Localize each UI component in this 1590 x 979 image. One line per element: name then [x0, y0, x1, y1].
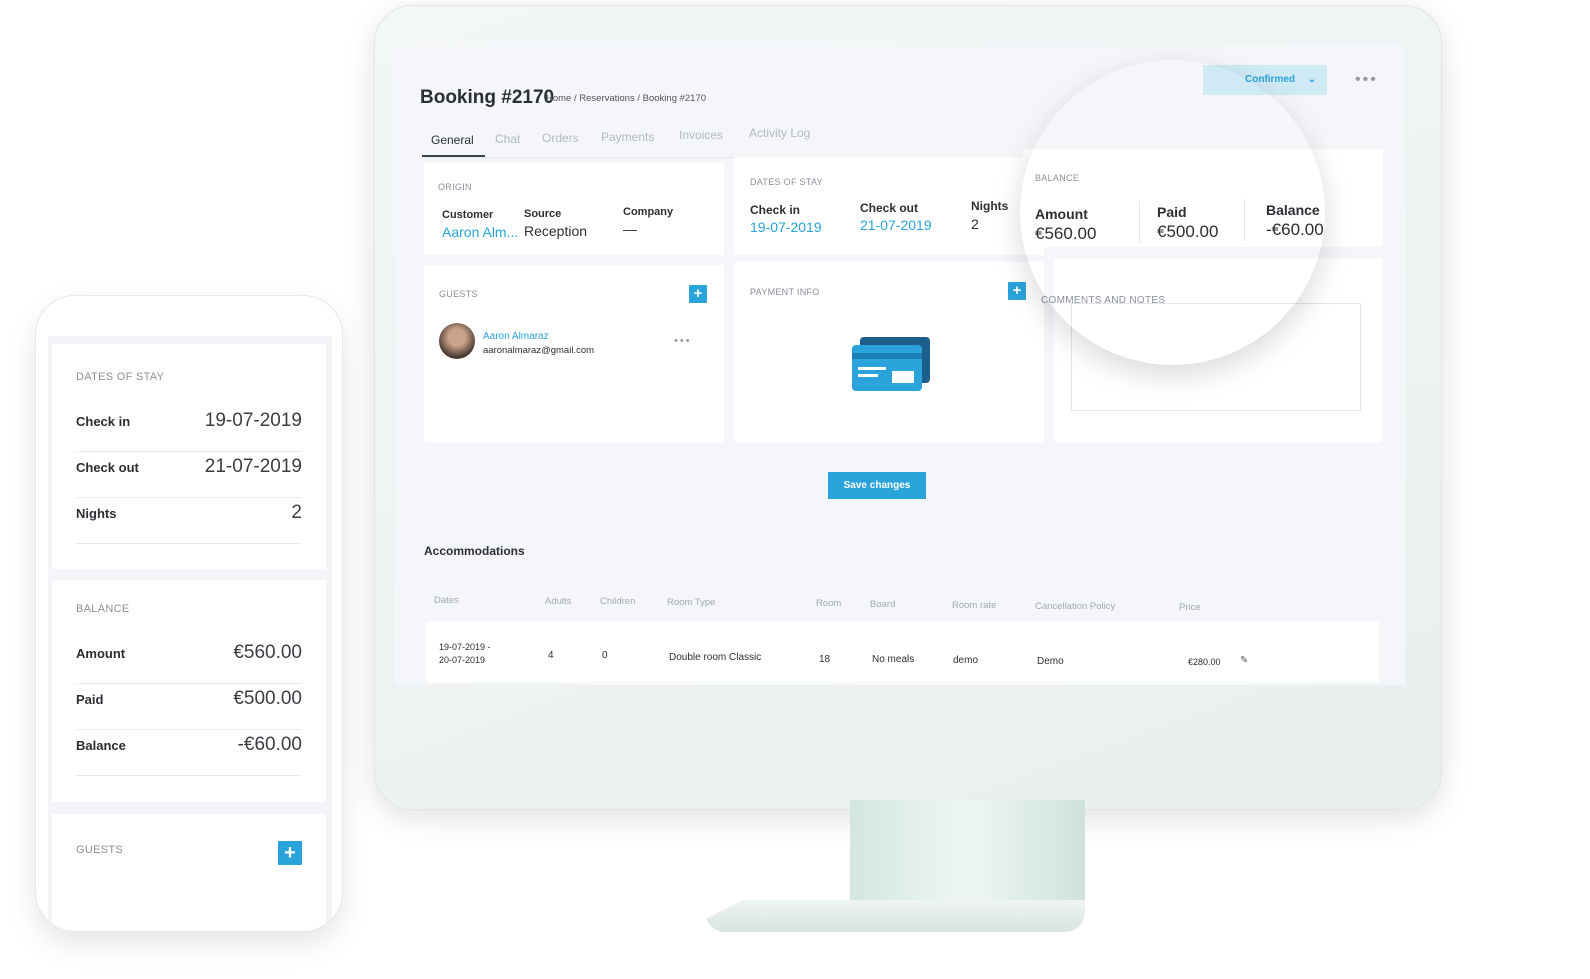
tab-invoices[interactable]: Invoices [679, 128, 723, 142]
payment-info-label: PAYMENT INFO [750, 287, 820, 297]
balance-card: BALANCE Amount €560.00 Paid €500.00 Bala… [1023, 149, 1383, 247]
cell-price: €280.00 [1188, 657, 1221, 667]
customer-label: Customer [442, 209, 494, 221]
dates-card: DATES OF STAY Check in 19-07-2019 Check … [734, 157, 1044, 255]
phone-paid-label: Paid [76, 692, 104, 707]
chevron-down-icon: ⌄ [1307, 74, 1317, 85]
phone-paid-value: €500.00 [233, 688, 302, 709]
phone-amount-label: Amount [76, 646, 126, 661]
phone-frame: DATES OF STAY Check in 19-07-2019 Check o… [35, 295, 343, 932]
phone-checkout-value: 21-07-2019 [204, 456, 302, 477]
tab-activity-log[interactable]: Activity Log [749, 126, 810, 140]
phone-checkin-value: 19-07-2019 [204, 410, 302, 431]
more-options-icon[interactable]: ••• [1355, 71, 1378, 89]
cell-policy: Demo [1037, 656, 1064, 667]
cell-dates: 19-07-2019 -20-07-2019 [439, 642, 491, 665]
source-label: Source [524, 208, 562, 220]
guest-more-icon[interactable]: ••• [674, 335, 692, 347]
phone-balance-total-value: -€60.00 [237, 734, 302, 755]
col-dates: Dates [434, 595, 459, 606]
phone-amount-value: €560.00 [233, 642, 302, 663]
nights-value: 2 [971, 216, 979, 232]
checkin-value: 19-07-2019 [750, 219, 822, 235]
cell-adults: 4 [548, 650, 554, 661]
guests-card: GUESTS + Aaron Almaraz aaronalmaraz@gmai… [424, 265, 724, 442]
paid-value: €500.00 [1157, 222, 1219, 241]
balance-total-label: Balance [1266, 202, 1320, 218]
tab-chat[interactable]: Chat [495, 132, 520, 146]
col-children: Children [600, 596, 636, 607]
phone-guests-card: GUESTS + [52, 814, 326, 931]
amount-value: €560.00 [1035, 224, 1097, 243]
save-changes-button[interactable]: Save changes [828, 472, 926, 499]
monitor-base [705, 900, 1085, 932]
col-room-type: Room Type [667, 597, 716, 608]
add-payment-button[interactable]: + [1008, 282, 1026, 300]
origin-label: ORIGIN [438, 182, 472, 192]
phone-nights-label: Nights [76, 506, 117, 521]
edit-pencil-icon[interactable]: ✎ [1240, 655, 1248, 666]
cell-room-type: Double room Classic [669, 652, 762, 663]
phone-add-guest-button[interactable]: + [278, 841, 302, 865]
phone-balance-card: BALANCE Amount €560.00 Paid €500.00 Balanc… [52, 580, 326, 802]
col-room: Room [816, 598, 842, 609]
page-title: Booking #2170 [420, 87, 555, 108]
table-row: 19-07-2019 -20-07-2019 4 0 Double room C… [426, 622, 1379, 682]
cell-children: 0 [602, 650, 608, 661]
phone-balance-label: BALANCE [76, 603, 130, 615]
checkout-value: 21-07-2019 [860, 217, 932, 233]
company-label: Company [623, 206, 674, 218]
paid-label: Paid [1157, 204, 1187, 220]
payment-info-card: PAYMENT INFO + [734, 262, 1044, 442]
phone-guests-label: GUESTS [76, 844, 124, 856]
avatar [439, 323, 475, 359]
comments-card: COMMENTS AND NOTES [1041, 258, 1382, 442]
tab-payments[interactable]: Payments [601, 130, 654, 144]
checkin-label: Check in [750, 203, 801, 217]
phone-dates-label: DATES OF STAY [76, 371, 165, 383]
phone-dates-card: DATES OF STAY Check in 19-07-2019 Check o… [52, 344, 326, 569]
tab-general[interactable]: General [431, 133, 474, 147]
checkout-label: Check out [860, 201, 919, 215]
origin-card: ORIGIN Customer Aaron Alm... Source Rece… [424, 162, 724, 255]
guest-name-link[interactable]: Aaron Almaraz [483, 331, 549, 342]
source-value: Reception [524, 223, 588, 239]
phone-balance-total-label: Balance [76, 738, 126, 753]
balance-total-value: -€60.00 [1266, 220, 1324, 239]
breadcrumb-current: Booking #2170 [642, 93, 707, 104]
phone-checkout-label: Check out [76, 460, 139, 475]
guests-label: GUESTS [439, 289, 478, 299]
cell-room-rate: demo [953, 655, 979, 666]
cell-room: 18 [819, 654, 831, 665]
company-value: — [623, 221, 637, 237]
dates-label: DATES OF STAY [750, 177, 823, 187]
tab-orders[interactable]: Orders [542, 131, 579, 145]
accommodations-title: Accommodations [424, 544, 525, 558]
status-dropdown[interactable]: Confirmed ⌄ [1203, 65, 1327, 95]
col-board: Board [870, 599, 896, 610]
guest-email: aaronalmaraz@gmail.com [483, 345, 595, 356]
customer-link[interactable]: Aaron Alm... [442, 224, 518, 240]
breadcrumb-reservations[interactable]: Reservations [579, 93, 634, 104]
col-cancellation-policy: Cancellation Policy [1035, 601, 1116, 612]
amount-label: Amount [1035, 206, 1088, 222]
balance-label: BALANCE [1035, 173, 1080, 183]
breadcrumb-home[interactable]: Home [546, 93, 571, 104]
col-room-rate: Room rate [952, 600, 997, 611]
comment-textarea[interactable] [1071, 303, 1361, 411]
desktop-screen: Booking #2170 Home / Reservations / Book… [395, 45, 1405, 685]
phone-checkin-label: Check in [76, 414, 131, 429]
col-adults: Adults [545, 596, 572, 607]
col-price: Price [1179, 602, 1201, 613]
nights-label: Nights [971, 199, 1009, 213]
add-guest-button[interactable]: + [689, 285, 707, 303]
phone-nights-value: 2 [291, 502, 302, 523]
phone-screen: DATES OF STAY Check in 19-07-2019 Check o… [48, 336, 332, 931]
cell-board: No meals [872, 654, 915, 665]
breadcrumb: Home / Reservations / Booking #2170 [546, 93, 707, 104]
